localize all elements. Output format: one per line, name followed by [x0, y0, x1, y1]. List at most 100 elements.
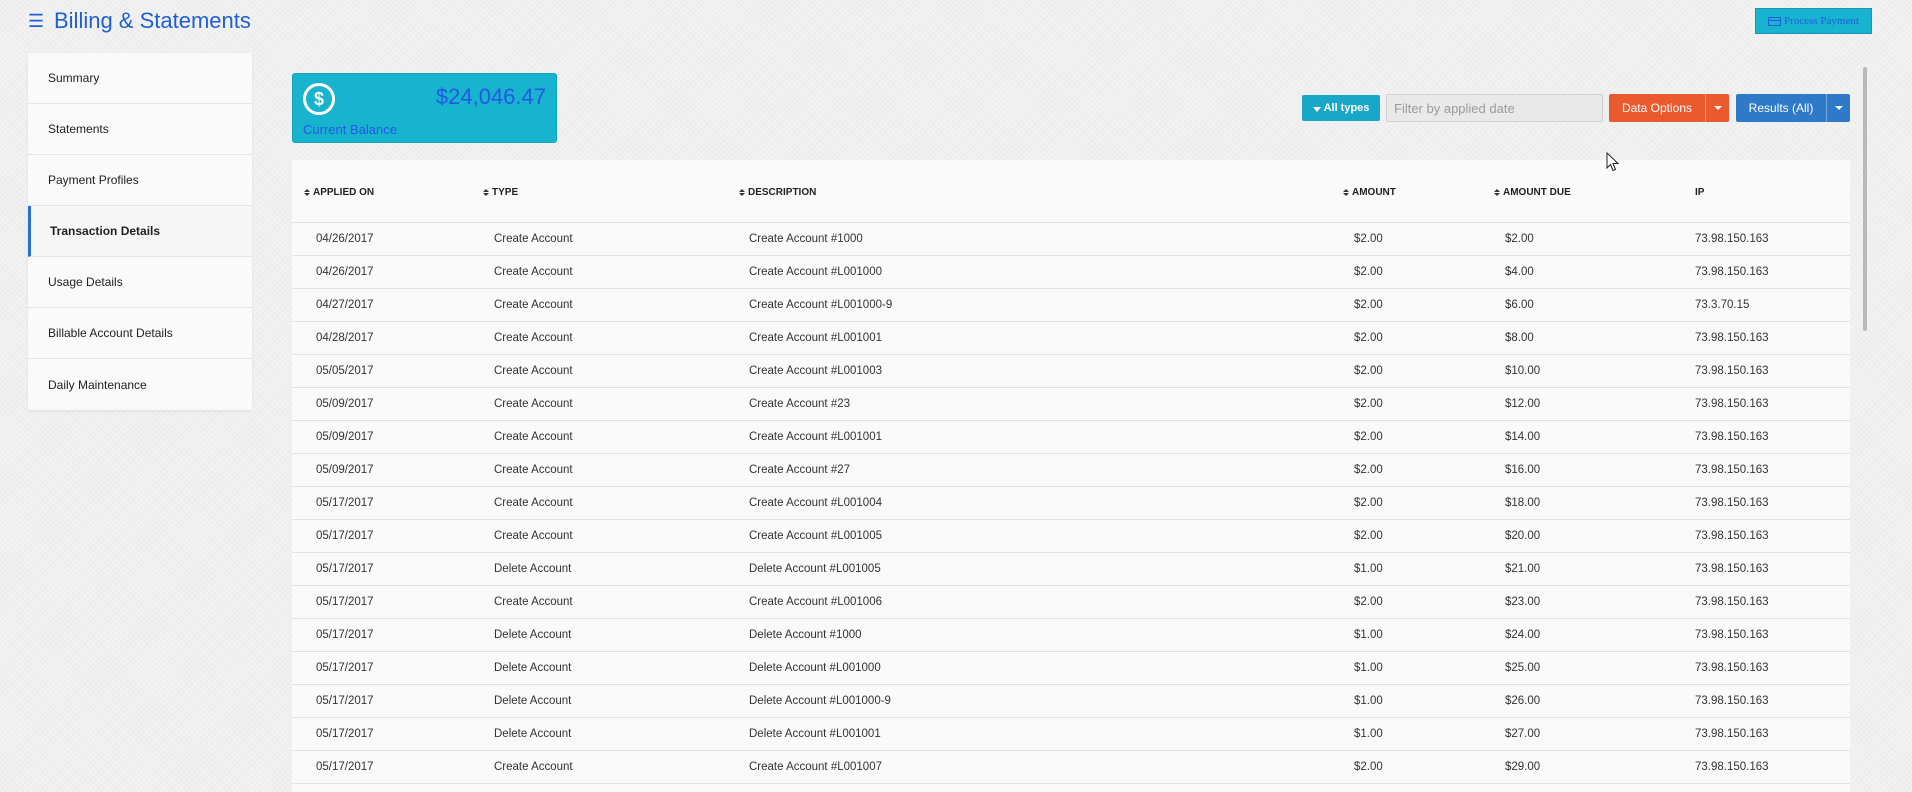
type-cell: Create Account [494, 398, 573, 410]
applied-on-cell: 05/09/2017 [316, 398, 374, 410]
applied-on-cell: 05/09/2017 [316, 431, 374, 443]
sidebar-item-usage-details[interactable]: Usage Details [28, 257, 252, 308]
applied-on-cell: 05/09/2017 [316, 464, 374, 476]
table-row[interactable]: 05/17/2017 Delete Account Delete Account #… [292, 619, 1850, 652]
description-cell: Create Account #L001006 [749, 596, 882, 608]
applied-on-cell: 05/17/2017 [316, 695, 374, 707]
amount-due-cell: $16.00 [1505, 464, 1541, 476]
sort-icon [304, 189, 310, 196]
data-options-button[interactable]: Data Options [1609, 94, 1705, 122]
applied-on-cell: 05/17/2017 [316, 761, 374, 773]
amount-cell: $2.00 [1354, 365, 1383, 377]
description-cell: Delete Account #L001000-9 [749, 695, 891, 707]
amount-due-cell: $12.00 [1505, 398, 1541, 410]
amount-due-cell: $27.00 [1505, 728, 1541, 740]
amount-due-cell: $14.00 [1505, 431, 1541, 443]
column-header-description[interactable]: DESCRIPTION [739, 187, 816, 198]
column-header-amount[interactable]: AMOUNT [1343, 187, 1396, 198]
type-cell: Delete Account [494, 563, 572, 575]
amount-due-cell: $6.00 [1505, 299, 1534, 311]
ip-cell: 73.98.150.163 [1695, 728, 1769, 740]
table-row[interactable]: 05/17/2017 Create Account Create Account #… [292, 751, 1850, 784]
description-cell: Create Account #1000 [749, 233, 863, 245]
column-header-label: AMOUNT [1352, 187, 1396, 198]
ip-cell: 73.98.150.163 [1695, 332, 1769, 344]
table-row[interactable]: 04/26/2017 Create Account Create Account #… [292, 256, 1850, 289]
table-row[interactable]: 05/17/2017 Delete Account Delete Account #… [292, 718, 1850, 751]
results-button[interactable]: Results (All) [1736, 94, 1826, 122]
amount-due-cell: $24.00 [1505, 629, 1541, 641]
applied-on-cell: 04/26/2017 [316, 266, 374, 278]
applied-on-cell: 05/17/2017 [316, 629, 374, 641]
amount-cell: $1.00 [1354, 695, 1383, 707]
table-row[interactable]: 05/09/2017 Create Account Create Account #… [292, 388, 1850, 421]
type-cell: Create Account [494, 266, 573, 278]
process-payment-button[interactable]: Process Payment [1755, 8, 1872, 34]
amount-cell: $2.00 [1354, 266, 1383, 278]
column-header-amount-due[interactable]: AMOUNT DUE [1494, 187, 1571, 198]
data-options-dropdown-toggle[interactable] [1705, 94, 1729, 122]
applied-date-filter-input[interactable] [1386, 94, 1603, 122]
page-scrollbar[interactable] [1863, 67, 1867, 331]
ip-cell: 73.98.150.163 [1695, 761, 1769, 773]
page-title: Billing & Statements [54, 8, 251, 33]
ip-cell: 73.98.150.163 [1695, 464, 1769, 476]
table-row[interactable]: 04/28/2017 Create Account Create Account #… [292, 322, 1850, 355]
amount-cell: $1.00 [1354, 728, 1383, 740]
table-row[interactable]: 05/09/2017 Create Account Create Account #… [292, 421, 1850, 454]
applied-on-cell: 05/05/2017 [316, 365, 374, 377]
ip-cell: 73.98.150.163 [1695, 497, 1769, 509]
process-payment-label: Process Payment [1784, 15, 1859, 27]
description-cell: Delete Account #1000 [749, 629, 862, 641]
applied-on-cell: 05/17/2017 [316, 728, 374, 740]
sidebar-item-billable-account-details[interactable]: Billable Account Details [28, 308, 252, 359]
column-header-label: AMOUNT DUE [1503, 187, 1571, 198]
ip-cell: 73.98.150.163 [1695, 431, 1769, 443]
sidebar-item-payment-profiles[interactable]: Payment Profiles [28, 155, 252, 206]
column-header-applied-on[interactable]: APPLIED ON [304, 187, 374, 198]
type-cell: Create Account [494, 464, 573, 476]
applied-on-cell: 05/17/2017 [316, 497, 374, 509]
type-cell: Create Account [494, 233, 573, 245]
sidebar-item-statements[interactable]: Statements [28, 104, 252, 155]
sidebar-item-transaction-details[interactable]: Transaction Details [28, 206, 252, 257]
type-cell: Create Account [494, 431, 573, 443]
hamburger-menu-icon[interactable]: ☰ [28, 12, 44, 30]
all-types-filter-button[interactable]: All types [1302, 95, 1380, 121]
applied-on-cell: 05/17/2017 [316, 662, 374, 674]
type-cell: Create Account [494, 761, 573, 773]
applied-on-cell: 04/28/2017 [316, 332, 374, 344]
results-dropdown-toggle[interactable] [1826, 94, 1850, 122]
table-row[interactable]: 05/17/2017 Delete Account Delete Account #… [292, 553, 1850, 586]
table-row[interactable]: 05/17/2017 Create Account Create Account #… [292, 487, 1850, 520]
table-row[interactable]: 05/17/2017 Create Account Create Account #… [292, 586, 1850, 619]
transactions-table: APPLIED ON TYPE DESCRIPTION AMOUNT AMOUNT DU… [292, 160, 1850, 792]
ip-cell: 73.98.150.163 [1695, 233, 1769, 245]
type-cell: Create Account [494, 596, 573, 608]
table-row[interactable]: 05/17/2017 Create Account Create Account #… [292, 520, 1850, 553]
table-row[interactable]: 05/17/2017 Delete Account Delete Account #… [292, 685, 1850, 718]
amount-cell: $2.00 [1354, 398, 1383, 410]
table-row[interactable]: 05/09/2017 Create Account Create Account #… [292, 454, 1850, 487]
table-row[interactable]: 04/27/2017 Create Account Create Account #… [292, 289, 1850, 322]
column-header-type[interactable]: TYPE [483, 187, 518, 198]
amount-due-cell: $2.00 [1505, 233, 1534, 245]
ip-cell: 73.98.150.163 [1695, 398, 1769, 410]
amount-cell: $2.00 [1354, 596, 1383, 608]
amount-cell: $2.00 [1354, 299, 1383, 311]
description-cell: Create Account #L001000-9 [749, 299, 893, 311]
table-row[interactable]: 05/05/2017 Create Account Create Account #… [292, 355, 1850, 388]
ip-cell: 73.98.150.163 [1695, 563, 1769, 575]
description-cell: Create Account #L001004 [749, 497, 882, 509]
filter-icon [1312, 106, 1321, 112]
description-cell: Create Account #L001003 [749, 365, 882, 377]
table-row[interactable]: 05/17/2017 Delete Account Delete Account #… [292, 652, 1850, 685]
sidebar-item-daily-maintenance[interactable]: Daily Maintenance [28, 359, 252, 410]
amount-cell: $2.00 [1354, 761, 1383, 773]
column-header-ip[interactable]: IP [1695, 187, 1704, 198]
type-cell: Create Account [494, 365, 573, 377]
applied-on-cell: 04/26/2017 [316, 233, 374, 245]
sidebar-item-summary[interactable]: Summary [28, 53, 252, 104]
table-row[interactable]: 04/26/2017 Create Account Create Account #… [292, 223, 1850, 256]
amount-cell: $2.00 [1354, 464, 1383, 476]
